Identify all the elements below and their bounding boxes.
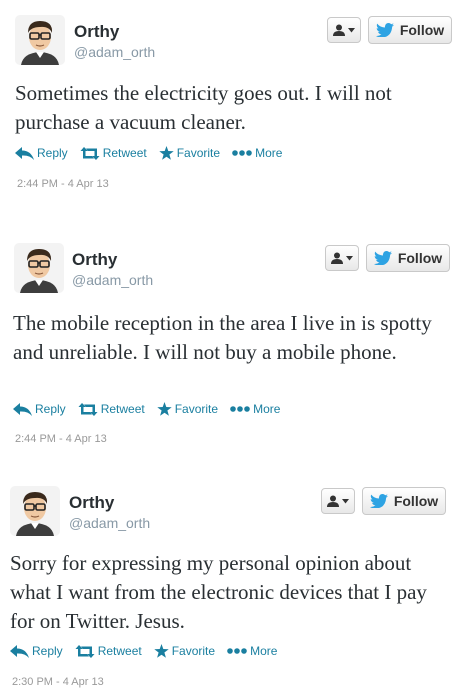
user-icon: [333, 24, 345, 36]
timestamp[interactable]: 2:30 PM - 4 Apr 13: [12, 676, 104, 688]
caret-down-icon: [342, 498, 349, 503]
avatar[interactable]: [14, 243, 64, 293]
more-dots-icon: [230, 406, 250, 412]
retweet-label: Retweet: [102, 146, 147, 160]
author-name[interactable]: Orthy: [69, 493, 114, 513]
favorite-action[interactable]: Favorite: [154, 643, 216, 659]
retweet-action[interactable]: Retweet: [80, 146, 147, 160]
follow-button[interactable]: Follow: [368, 16, 452, 44]
favorite-label: Favorite: [171, 644, 216, 658]
caret-down-icon: [346, 255, 353, 260]
favorite-label: Favorite: [174, 402, 219, 416]
tweet-1: Orthy @adam_orth Follow Sometimes the el…: [0, 0, 464, 228]
reply-action[interactable]: Reply: [15, 146, 68, 160]
follow-button[interactable]: Follow: [362, 487, 446, 515]
tweet-actions: Reply Retweet Favorite More: [10, 642, 289, 660]
follow-label: Follow: [399, 22, 445, 38]
reply-label: Reply: [37, 146, 68, 160]
tweet-actions: Reply Retweet Favorite More: [15, 144, 294, 162]
avatar[interactable]: [10, 486, 60, 536]
timestamp[interactable]: 2:44 PM - 4 Apr 13: [17, 178, 109, 190]
star-icon: [159, 145, 174, 160]
user-actions-dropdown[interactable]: [325, 245, 359, 271]
star-icon: [157, 401, 172, 416]
tweet-actions: Reply Retweet Favorite More: [13, 400, 292, 418]
more-action[interactable]: More: [232, 146, 282, 160]
caret-down-icon: [348, 27, 355, 32]
retweet-action[interactable]: Retweet: [75, 644, 142, 658]
tweet-text: Sometimes the electricity goes out. I wi…: [15, 81, 392, 134]
favorite-action[interactable]: Favorite: [159, 145, 221, 161]
twitter-bird-icon: [375, 23, 394, 37]
user-icon: [327, 495, 339, 507]
reply-icon: [10, 644, 29, 658]
more-dots-icon: [232, 150, 252, 156]
more-action[interactable]: More: [227, 644, 277, 658]
more-label: More: [255, 146, 283, 160]
tweet-3: Orthy @adam_orth Follow Sorry for expres…: [0, 472, 464, 700]
author-handle[interactable]: @adam_orth: [69, 515, 150, 531]
reply-label: Reply: [35, 402, 66, 416]
twitter-bird-icon: [369, 494, 388, 508]
retweet-icon: [75, 644, 95, 658]
avatar[interactable]: [15, 15, 65, 65]
favorite-action[interactable]: Favorite: [157, 401, 219, 417]
timestamp[interactable]: 2:44 PM - 4 Apr 13: [15, 433, 107, 445]
twitter-bird-icon: [373, 251, 392, 265]
more-dots-icon: [227, 648, 247, 654]
more-label: More: [250, 644, 278, 658]
retweet-icon: [78, 402, 98, 416]
retweet-label: Retweet: [100, 402, 145, 416]
author-name[interactable]: Orthy: [72, 250, 117, 270]
more-action[interactable]: More: [230, 402, 280, 416]
tweet-2: Orthy @adam_orth Follow The mobile recep…: [0, 230, 464, 458]
user-actions-dropdown[interactable]: [321, 488, 355, 514]
star-icon: [154, 643, 169, 658]
author-handle[interactable]: @adam_orth: [72, 272, 153, 288]
user-actions-dropdown[interactable]: [327, 17, 361, 43]
follow-button[interactable]: Follow: [366, 244, 450, 272]
tweet-text: Sorry for expressing my personal opinion…: [10, 551, 427, 633]
follow-label: Follow: [397, 250, 443, 266]
reply-label: Reply: [32, 644, 63, 658]
retweet-action[interactable]: Retweet: [78, 402, 145, 416]
retweet-icon: [80, 146, 100, 160]
tweet-text: The mobile reception in the area I live …: [13, 311, 432, 364]
follow-label: Follow: [393, 493, 439, 509]
reply-action[interactable]: Reply: [13, 402, 66, 416]
user-icon: [331, 252, 343, 264]
favorite-label: Favorite: [176, 146, 221, 160]
author-handle[interactable]: @adam_orth: [74, 44, 155, 60]
reply-icon: [13, 402, 32, 416]
reply-icon: [15, 146, 34, 160]
reply-action[interactable]: Reply: [10, 644, 63, 658]
more-label: More: [253, 402, 281, 416]
author-name[interactable]: Orthy: [74, 22, 119, 42]
retweet-label: Retweet: [97, 644, 142, 658]
